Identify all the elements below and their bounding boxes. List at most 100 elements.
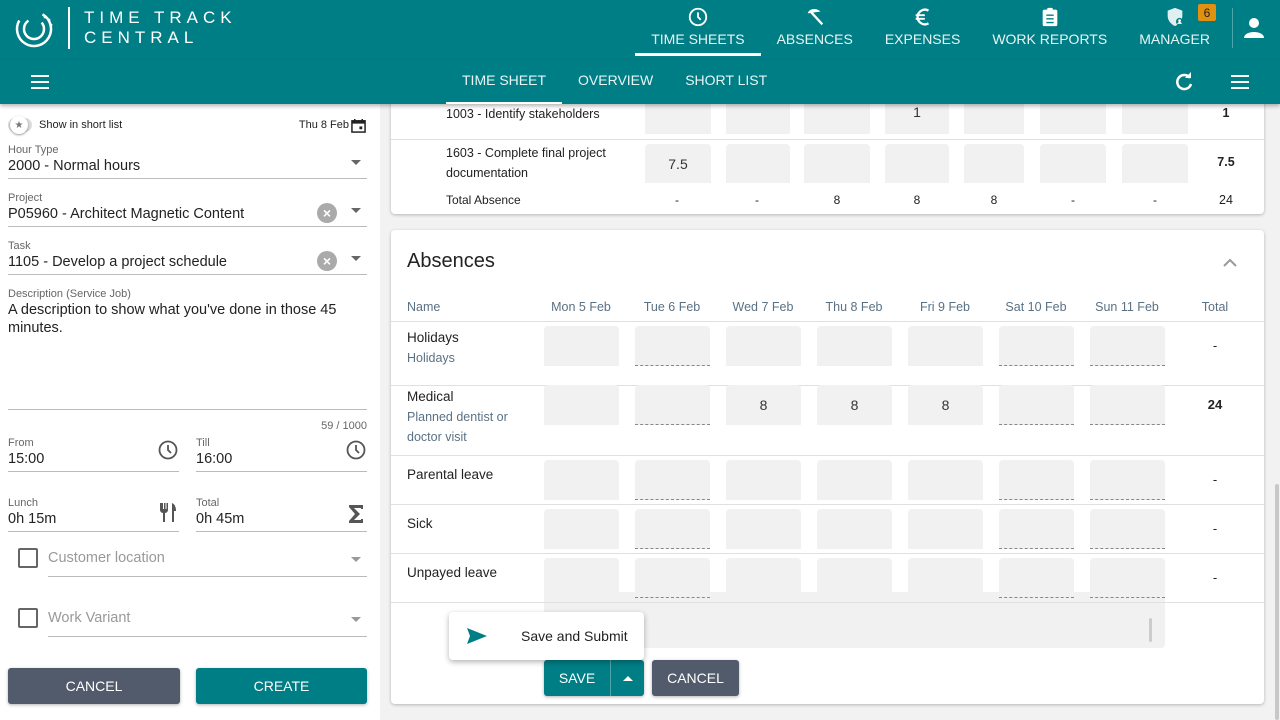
nav-absences[interactable]: ABSENCES — [761, 0, 869, 56]
hours-input-cell[interactable] — [817, 460, 892, 500]
logo-divider — [68, 7, 70, 49]
hours-input-cell[interactable] — [817, 326, 892, 366]
task-select[interactable]: Task 1105 - Develop a project schedule × — [8, 240, 367, 275]
column-header: Mon 5 Feb — [551, 300, 611, 314]
hours-input-cell[interactable] — [908, 558, 983, 598]
total-absence-value: - — [1071, 193, 1075, 207]
show-in-short-list-toggle[interactable]: ★ — [8, 116, 32, 134]
work-variant-row: Work Variant — [18, 602, 367, 638]
app-logo[interactable]: TIME TRACK CENTRAL — [14, 7, 237, 49]
hours-input-cell[interactable] — [544, 326, 619, 366]
options-menu-icon[interactable] — [1230, 72, 1250, 92]
total-absence-label: Total Absence — [446, 193, 521, 207]
hours-input-cell[interactable] — [817, 558, 892, 598]
clock-icon — [688, 7, 708, 27]
hours-input-cell[interactable] — [726, 460, 801, 500]
hours-input-cell[interactable] — [999, 460, 1074, 500]
date-picker[interactable]: Thu 8 Feb — [299, 118, 366, 133]
work-variant-checkbox[interactable] — [18, 608, 38, 628]
hours-input-cell[interactable] — [635, 326, 710, 366]
clock-icon[interactable] — [157, 439, 179, 461]
column-header: Sat 10 Feb — [1005, 300, 1067, 314]
till-time-field[interactable]: Till 16:00 — [196, 437, 367, 472]
nav-time-sheets[interactable]: TIME SHEETS — [635, 0, 761, 56]
hours-input-cell[interactable] — [726, 144, 790, 183]
till-value: 16:00 — [196, 451, 233, 467]
hours-input-cell[interactable]: 8 — [726, 385, 801, 425]
hours-input-cell[interactable] — [1090, 509, 1165, 549]
hours-input-cell[interactable] — [544, 509, 619, 549]
hours-input-cell[interactable] — [635, 460, 710, 500]
save-button[interactable]: SAVE — [544, 660, 611, 696]
resize-handle[interactable] — [1149, 618, 1152, 642]
hours-input-cell[interactable] — [1090, 460, 1165, 500]
lunch-field[interactable]: Lunch 0h 15m — [8, 497, 179, 532]
save-and-submit-menu-item[interactable]: Save and Submit — [449, 612, 644, 660]
from-time-field[interactable]: From 15:00 — [8, 437, 179, 472]
hours-input-cell[interactable]: 8 — [817, 385, 892, 425]
hours-input-cell[interactable] — [1090, 385, 1165, 425]
tab-short-list[interactable]: SHORT LIST — [669, 60, 783, 104]
nav-label: MANAGER — [1139, 31, 1210, 47]
hours-input-cell[interactable] — [726, 326, 801, 366]
hours-input-cell[interactable] — [885, 144, 949, 183]
hours-input-cell[interactable] — [544, 460, 619, 500]
absence-type-name: Parental leave — [407, 467, 494, 482]
description-value: A description to show what you've done i… — [8, 302, 337, 336]
tab-overview[interactable]: OVERVIEW — [562, 60, 669, 104]
create-button[interactable]: CREATE — [196, 668, 367, 704]
absence-subtype: Planned dentist or doctor visit — [407, 410, 508, 444]
tab-time-sheet[interactable]: TIME SHEET — [446, 60, 563, 104]
hours-input-cell[interactable] — [726, 509, 801, 549]
hours-input-cell[interactable] — [1122, 144, 1188, 183]
clear-project-icon[interactable]: × — [317, 203, 337, 223]
absence-cancel-button[interactable]: CANCEL — [652, 660, 739, 696]
clear-task-icon[interactable]: × — [317, 251, 337, 271]
hours-input-cell[interactable] — [726, 558, 801, 598]
nav-manager[interactable]: MANAGER 6 — [1123, 0, 1226, 56]
hours-input-cell[interactable] — [817, 509, 892, 549]
customer-location-checkbox[interactable] — [18, 548, 38, 568]
hours-input-cell[interactable] — [1090, 558, 1165, 598]
hours-input-cell[interactable] — [908, 460, 983, 500]
hours-input-cell[interactable] — [635, 385, 710, 425]
user-account-icon[interactable] — [1242, 16, 1266, 40]
cancel-button[interactable]: CANCEL — [8, 668, 180, 704]
clock-icon[interactable] — [345, 439, 367, 461]
hours-input-cell[interactable] — [999, 385, 1074, 425]
entry-form-panel: ★ Show in short list Thu 8 Feb Hour Type… — [0, 104, 380, 720]
hours-input-cell[interactable] — [964, 144, 1024, 183]
hours-input-cell[interactable] — [999, 558, 1074, 598]
chevron-up-icon[interactable] — [1222, 256, 1238, 268]
hours-input-cell[interactable] — [1090, 326, 1165, 366]
shield-user-icon — [1167, 7, 1183, 27]
hours-input-cell[interactable]: 7.5 — [645, 144, 711, 183]
hours-input-cell[interactable] — [544, 558, 619, 598]
save-options-toggle[interactable] — [611, 660, 644, 696]
hours-input-cell[interactable] — [635, 509, 710, 549]
refresh-icon[interactable] — [1172, 70, 1196, 94]
hours-input-cell[interactable] — [544, 385, 619, 425]
hours-input-cell[interactable] — [1040, 144, 1106, 183]
absence-row-total: - — [1212, 521, 1218, 536]
hours-input-cell[interactable] — [804, 144, 870, 183]
nav-expenses[interactable]: EXPENSES — [869, 0, 976, 56]
project-select[interactable]: Project P05960 - Architect Magnetic Cont… — [8, 192, 367, 227]
total-label: Total — [196, 497, 220, 509]
work-variant-select[interactable]: Work Variant — [48, 602, 367, 637]
nav-work-reports[interactable]: WORK REPORTS — [976, 0, 1123, 56]
hours-input-cell[interactable]: 8 — [908, 385, 983, 425]
description-textarea[interactable]: Description (Service Job) A description … — [8, 288, 367, 410]
hours-input-cell[interactable] — [999, 326, 1074, 366]
hours-input-cell[interactable] — [635, 558, 710, 598]
menu-icon[interactable] — [30, 72, 50, 92]
hours-input-cell[interactable] — [908, 509, 983, 549]
hours-input-cell[interactable] — [908, 326, 983, 366]
absence-subtype: Holidays — [407, 351, 455, 365]
hour-type-select[interactable]: Hour Type 2000 - Normal hours — [8, 144, 367, 179]
column-header: Name — [407, 300, 441, 314]
column-header: Tue 6 Feb — [643, 300, 701, 314]
hours-input-cell[interactable] — [999, 509, 1074, 549]
page-scrollbar[interactable] — [1275, 484, 1279, 720]
customer-location-select[interactable]: Customer location — [48, 542, 367, 577]
